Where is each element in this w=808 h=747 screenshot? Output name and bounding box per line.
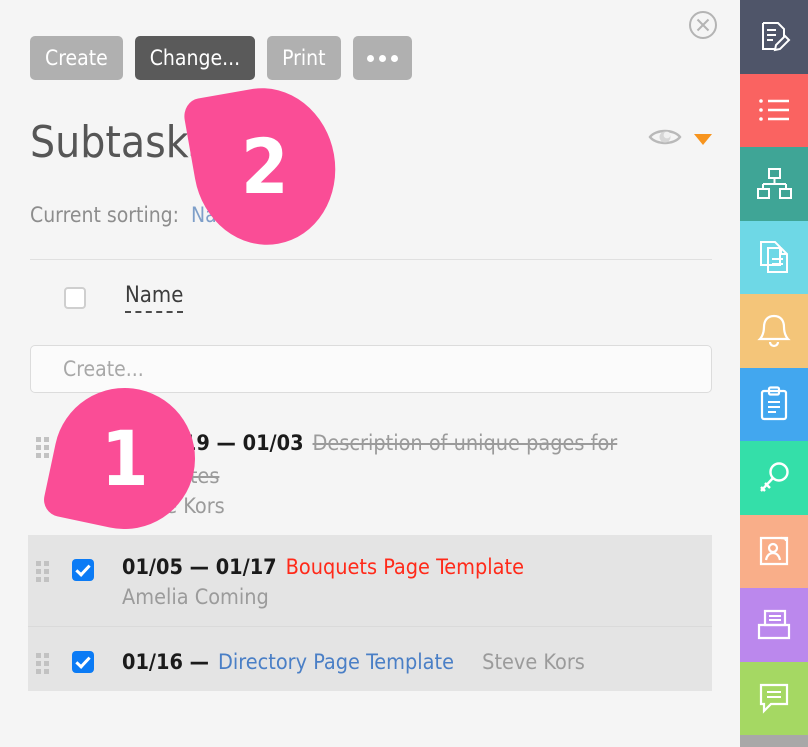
row-name[interactable]: Directory Page Template (218, 650, 454, 675)
sidebar-item-notifications[interactable] (740, 294, 808, 368)
list-icon (759, 99, 789, 122)
toolbar: Create Change... Print (30, 36, 412, 80)
table-row[interactable]: 01/05 — 01/17 Bouquets Page Template Amel… (28, 535, 712, 626)
row-content: 01/16 — Directory Page Template Steve Kor… (122, 639, 702, 679)
right-sidebar (740, 0, 808, 747)
drag-handle-icon[interactable] (36, 561, 50, 582)
row-name[interactable]: Bouquets Page Template (286, 555, 524, 580)
drag-handle-icon[interactable] (36, 653, 50, 674)
drag-handle-icon[interactable] (36, 437, 50, 458)
key-icon (760, 462, 789, 492)
sidebar-item-archive[interactable] (740, 588, 808, 662)
sidebar-footer (740, 735, 808, 747)
close-icon[interactable] (688, 10, 718, 40)
copy-documents-icon (760, 241, 788, 274)
chevron-down-icon[interactable] (694, 133, 712, 145)
dot-icon (378, 54, 386, 62)
subtasks-panel: Create Change... Print Subtasks Current … (0, 0, 740, 747)
org-chart-icon (757, 167, 792, 199)
header-divider (30, 259, 712, 260)
file-archive-icon (757, 609, 791, 639)
table-column-header: Name (30, 278, 712, 318)
sorting-label: Current sorting: (30, 203, 180, 227)
sidebar-item-org-chart[interactable] (740, 147, 808, 221)
sidebar-item-chat[interactable] (740, 661, 808, 735)
clipboard-icon (760, 386, 788, 421)
sidebar-item-access-keys[interactable] (740, 441, 808, 515)
table-row[interactable]: 01/16 — Directory Page Template Steve Kor… (28, 626, 712, 691)
bell-icon (757, 314, 791, 347)
dot-icon (366, 54, 374, 62)
row-content: 12/2019 — 01/03 Description of unique pag… (122, 423, 702, 523)
row-date: 01/16 — (122, 650, 209, 675)
callout-number: 2 (240, 122, 289, 212)
row-checkbox[interactable] (72, 559, 94, 581)
row-date: 01/05 — 01/17 (122, 555, 277, 580)
column-header-name[interactable]: Name (125, 283, 184, 313)
contact-book-icon (759, 537, 789, 566)
sidebar-item-edit-document[interactable] (740, 0, 808, 74)
row-assignee: Steve Kors (482, 650, 585, 675)
page-title: Subtasks (30, 117, 210, 168)
row-assignee: Steve Kors (122, 494, 225, 519)
callout-number: 1 (100, 413, 149, 503)
view-controls (648, 126, 712, 152)
select-all-checkbox[interactable] (64, 287, 86, 309)
chat-bubble-icon (759, 684, 789, 714)
row-content: 01/05 — 01/17 Bouquets Page Template Amel… (122, 547, 702, 614)
change-button[interactable]: Change... (134, 36, 256, 80)
sidebar-item-clipboard[interactable] (740, 367, 808, 441)
create-button[interactable]: Create (30, 36, 123, 80)
eye-icon[interactable] (648, 126, 682, 152)
row-checkbox[interactable] (72, 651, 94, 673)
sidebar-item-task-list[interactable] (740, 73, 808, 147)
more-options-button[interactable] (352, 36, 412, 80)
row-assignee: Amelia Coming (122, 585, 269, 610)
print-button[interactable]: Print (267, 36, 341, 80)
document-edit-icon (762, 21, 791, 52)
sidebar-item-contacts[interactable] (740, 514, 808, 588)
sidebar-item-documents[interactable] (740, 220, 808, 294)
callout-badge-2: 2 (181, 76, 348, 257)
create-subtask-input[interactable] (30, 345, 712, 393)
dot-icon (390, 54, 398, 62)
app-root: Create Change... Print Subtasks Current … (0, 0, 808, 747)
